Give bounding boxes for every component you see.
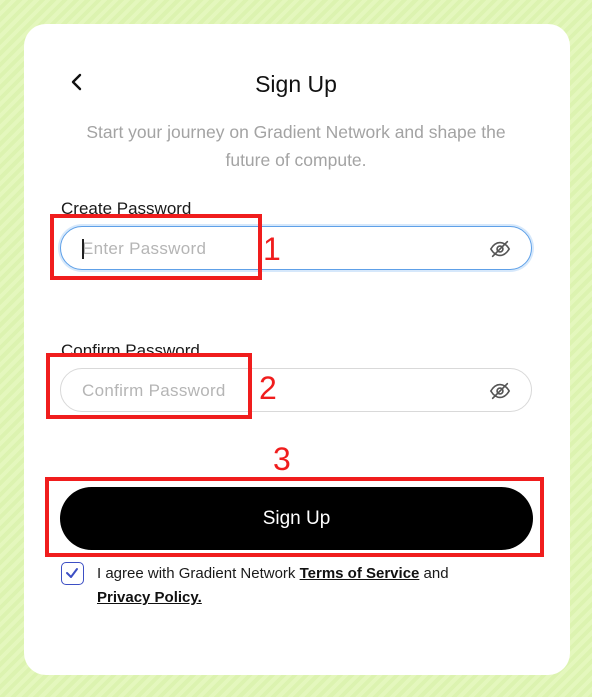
- text-cursor: [82, 239, 84, 259]
- toggle-confirm-visibility[interactable]: [489, 380, 511, 402]
- page-subtitle: Start your journey on Gradient Network a…: [86, 122, 506, 170]
- terms-checkbox[interactable]: [61, 562, 84, 585]
- toggle-password-visibility[interactable]: [489, 238, 511, 260]
- terms-agreement: I agree with Gradient Network Terms of S…: [97, 562, 497, 610]
- check-icon: [66, 568, 78, 578]
- eye-off-icon: [489, 240, 511, 258]
- create-password-label: Create Password: [61, 199, 192, 218]
- sign-up-button[interactable]: Sign Up: [60, 487, 533, 550]
- confirm-password-placeholder: Confirm Password: [82, 381, 226, 400]
- annotation-marker-3: 3: [273, 441, 291, 477]
- page-title: Sign Up: [255, 71, 337, 97]
- terms-of-service-link[interactable]: Terms of Service: [300, 565, 420, 582]
- annotation-marker-2: 2: [259, 370, 277, 406]
- privacy-policy-link[interactable]: Privacy Policy.: [97, 589, 202, 606]
- agreement-conjunction: and: [423, 565, 449, 582]
- annotation-marker-1: 1: [263, 231, 281, 267]
- confirm-password-field[interactable]: Confirm Password: [60, 368, 532, 412]
- agreement-prefix: I agree with Gradient Network: [97, 565, 296, 582]
- create-password-placeholder: Enter Password: [82, 239, 207, 258]
- eye-off-icon: [489, 382, 511, 400]
- confirm-password-label: Confirm Password: [61, 341, 200, 360]
- create-password-field[interactable]: Enter Password: [60, 226, 532, 270]
